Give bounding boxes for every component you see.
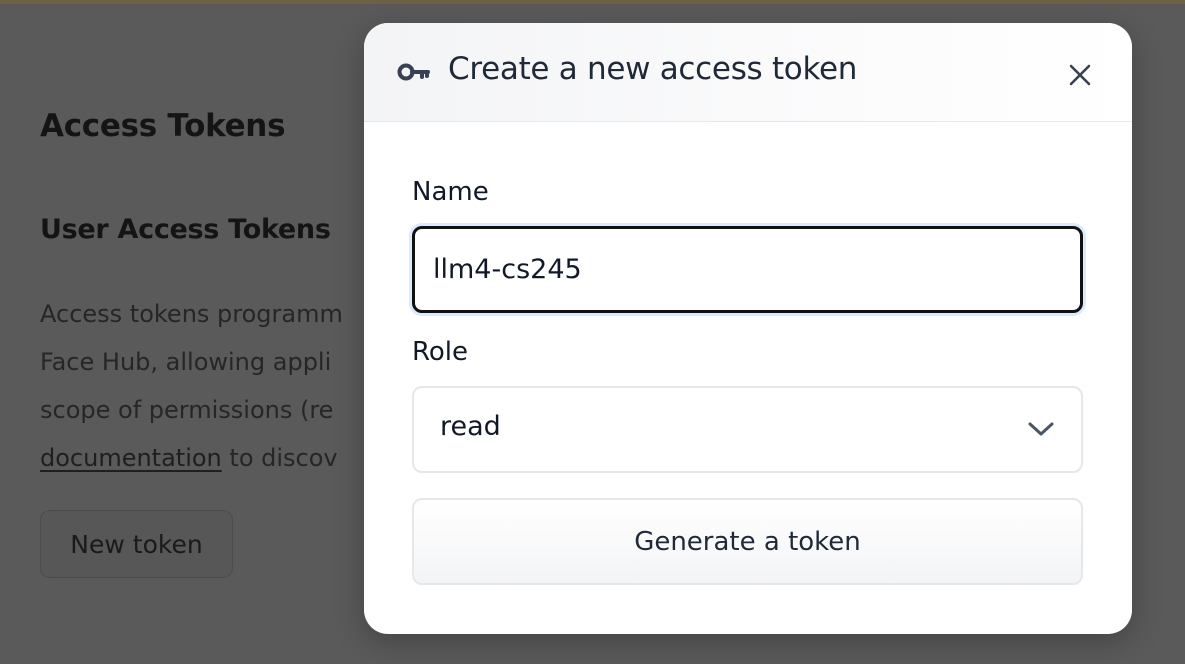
name-input[interactable] (412, 226, 1083, 313)
role-select[interactable]: read (412, 386, 1083, 473)
key-icon (397, 63, 430, 81)
section-title: User Access Tokens (40, 214, 331, 245)
name-label: Name (412, 177, 489, 207)
description-line: Face Hub, allowing appli (40, 348, 332, 376)
documentation-link[interactable]: documentation (40, 444, 222, 472)
modal-header: Create a new access token (364, 23, 1132, 122)
description-line: scope of permissions (re (40, 396, 334, 424)
modal-title: Create a new access token (448, 51, 858, 87)
section-description: Access tokens programm Face Hub, allowin… (40, 290, 370, 482)
chevron-down-icon (1028, 422, 1054, 436)
description-line-last: documentation to discov (40, 434, 370, 482)
role-select-value: read (440, 411, 501, 442)
description-suffix: to discov (221, 444, 338, 472)
description-line: Access tokens programm (40, 300, 343, 328)
close-icon[interactable] (1064, 59, 1096, 91)
create-token-modal: Create a new access token Name Role read… (364, 23, 1132, 634)
page-title: Access Tokens (40, 108, 286, 144)
new-token-button[interactable]: New token (40, 510, 233, 578)
role-label: Role (412, 337, 469, 367)
generate-token-button[interactable]: Generate a token (412, 498, 1083, 585)
